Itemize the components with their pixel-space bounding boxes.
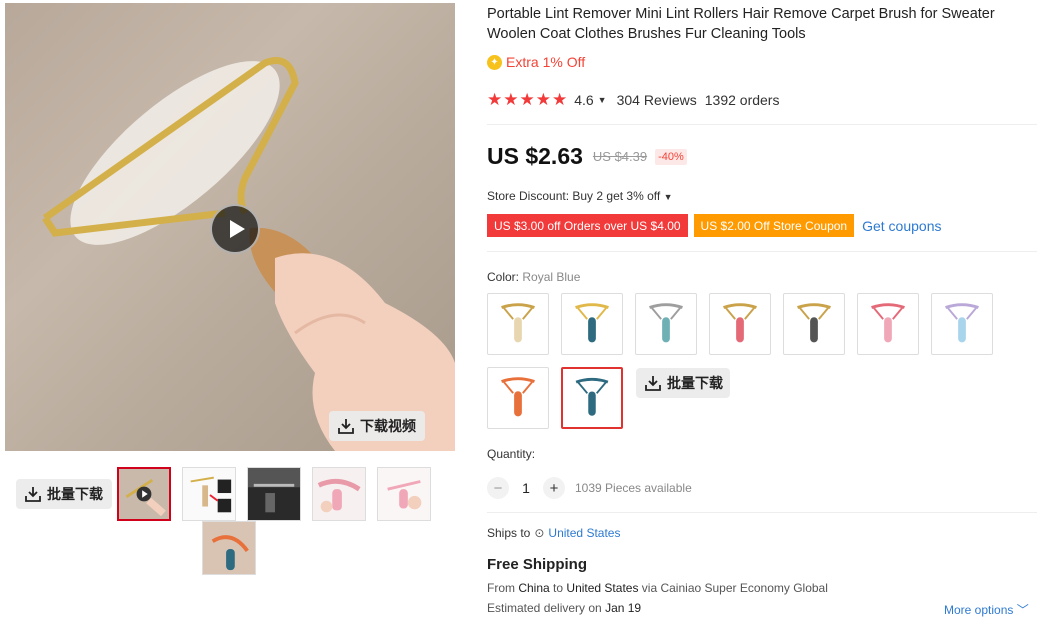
thumbnail-image [119,469,169,519]
swatch-image [575,303,609,343]
download-icon [645,376,661,391]
delivery-label: Estimated delivery on [487,601,602,615]
chevron-down-icon[interactable]: ▼ [598,95,607,105]
batch-download-button[interactable]: 批量下载 [16,479,112,509]
more-options-label: More options [944,603,1014,617]
play-video-button[interactable] [210,204,260,254]
chevron-down-icon: ▼ [663,192,673,202]
location-pin-icon: ⊙ [534,526,545,540]
thumbnail-pink-hand[interactable] [377,467,431,521]
star-rating-icon: ★★★★★ [487,90,569,109]
quantity-label: Quantity: [487,447,536,461]
store-discount[interactable]: Store Discount: Buy 2 get 3% off ▼ [487,189,672,203]
download-icon [25,487,41,502]
color-swatch[interactable] [635,293,697,355]
chevron-down-icon: ﹀ [1016,603,1029,617]
coupon-orders-over[interactable]: US $3.00 off Orders over US $4.00 [487,214,688,237]
color-label: Color: Royal Blue [487,270,580,284]
more-options-link[interactable]: More options ﹀ [944,601,1029,618]
swatch-image [797,303,831,343]
divider [487,124,1037,125]
color-swatch[interactable] [931,293,993,355]
thumbnail-detail[interactable] [182,467,236,521]
thumbnail-image [183,468,235,520]
orders-count: 1392 orders [704,92,780,108]
coupon-store[interactable]: US $2.00 Off Store Coupon [693,214,855,237]
reviews-link[interactable]: 304 Reviews [617,92,697,108]
shipping-route: From China to United States via Cainiao … [487,581,828,595]
thumbnail-image [378,468,430,520]
batch-download-label: 批量下载 [667,375,723,391]
color-swatch[interactable] [561,367,623,429]
divider [487,251,1037,252]
extra-off-label: Extra 1% Off [506,54,586,70]
delivery-date: Jan 19 [605,601,642,615]
thumbnail-image [203,522,255,574]
divider [487,512,1037,513]
route-to: to [553,581,564,595]
color-swatch[interactable] [561,293,623,355]
thumbnail-image [248,468,300,520]
main-product-image[interactable] [5,3,455,451]
coin-icon: ✦ [487,54,502,70]
download-video-label: 下载视频 [360,418,416,434]
download-icon [338,419,354,434]
swatch-image [649,303,683,343]
rating-value[interactable]: 4.6 [574,92,593,108]
quantity-input[interactable] [509,480,543,496]
swatch-image [945,303,979,343]
color-selected-value: Royal Blue [522,270,581,284]
color-swatch[interactable] [487,293,549,355]
ships-to: Ships to ⊙ United States [487,526,620,540]
price-row: US $2.63 US $4.39 -40% [487,143,687,170]
swatch-image [723,303,757,343]
play-icon [229,220,245,238]
thumbnail-pink-sweater[interactable] [312,467,366,521]
pieces-available: 1039 Pieces available [575,481,692,495]
rating-row: ★★★★★ 4.6 ▼ 304 Reviews 1392 orders [487,90,779,110]
increase-quantity-button[interactable]: + [543,477,565,499]
thumbnail-dark[interactable] [247,467,301,521]
color-swatch[interactable] [783,293,845,355]
original-price: US $4.39 [592,149,648,164]
extra-off-promo: ✦ Extra 1% Off [487,54,585,70]
swatch-image [501,303,535,343]
swatch-image [575,377,609,416]
route-destination: United States [566,581,639,595]
discount-badge: -40% [655,148,687,165]
color-label-text: Color: [487,270,520,284]
swatch-image [501,377,535,417]
thumbnail-image [313,468,365,520]
product-title: Portable Lint Remover Mini Lint Rollers … [487,6,995,42]
get-coupons-link[interactable]: Get coupons [862,218,941,234]
route-via: via Cainiao Super Economy Global [641,581,828,595]
ships-to-label: Ships to [487,526,531,540]
decrease-quantity-button[interactable]: − [487,477,509,499]
thumbnail-blue[interactable] [202,521,256,575]
estimated-delivery: Estimated delivery on Jan 19 [487,601,641,615]
store-discount-label: Store Discount: Buy 2 get 3% off [487,189,661,203]
current-price: US $2.63 [487,143,583,169]
ships-to-country[interactable]: United States [548,526,620,540]
color-swatch[interactable] [709,293,771,355]
route-origin: China [518,581,550,595]
route-from: From [487,581,515,595]
color-swatch[interactable] [487,367,549,429]
batch-download-label: 批量下载 [47,486,103,502]
coupon-row: US $3.00 off Orders over US $4.00 US $2.… [487,214,941,237]
download-video-button[interactable]: 下载视频 [329,411,425,441]
quantity-stepper: − + 1039 Pieces available [487,477,692,499]
thumbnail-video[interactable] [117,467,171,521]
batch-download-button[interactable]: 批量下载 [636,368,730,398]
swatch-image [871,303,905,343]
free-shipping-title: Free Shipping [487,556,588,573]
color-swatch[interactable] [857,293,919,355]
